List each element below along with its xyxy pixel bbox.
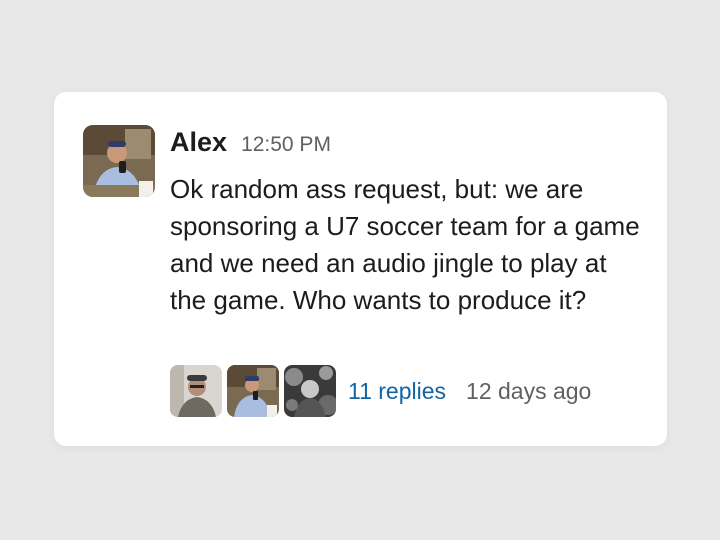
participant-photo-icon	[284, 365, 336, 417]
thread-participant-avatar	[284, 365, 336, 417]
message-header: Alex 12:50 PM	[170, 126, 331, 158]
thread-participant-avatar	[170, 365, 222, 417]
participant-photo-icon	[227, 365, 279, 417]
message-timestamp[interactable]: 12:50 PM	[241, 129, 331, 161]
user-photo-icon	[83, 125, 155, 197]
thread-last-reply-time: 12 days ago	[466, 377, 592, 404]
participant-photo-icon	[170, 365, 222, 417]
thread-participant-avatar	[227, 365, 279, 417]
thread-replies-link[interactable]: 11 replies	[348, 378, 446, 405]
message-text: Ok random ass request, but: we are spons…	[170, 174, 640, 315]
thread-summary[interactable]: 11 replies 12 days ago	[170, 365, 591, 417]
author-name[interactable]: Alex	[170, 126, 227, 158]
message-card[interactable]: Alex 12:50 PM Ok random ass request, but…	[54, 92, 667, 446]
author-avatar[interactable]	[83, 125, 155, 197]
